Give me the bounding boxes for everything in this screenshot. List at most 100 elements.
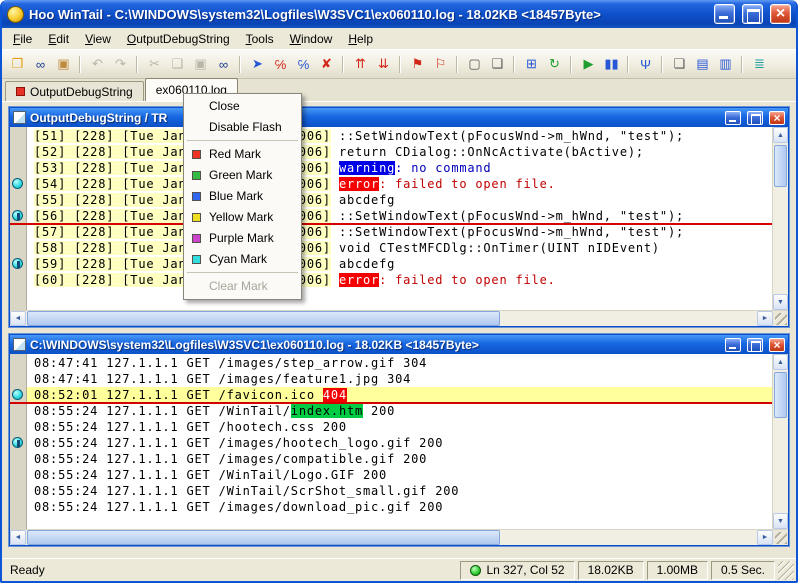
window-resize-grip[interactable] [778, 561, 794, 580]
redo-button[interactable]: ↷ [109, 53, 132, 76]
find-button[interactable]: ∞ [29, 53, 52, 76]
menu-file[interactable]: File [5, 28, 40, 50]
paste-button[interactable]: ▣ [189, 53, 212, 76]
tile-horizontal-button[interactable]: ▤ [691, 53, 714, 76]
open-file-button[interactable]: ❐ [6, 53, 29, 76]
menu-tools[interactable]: Tools [238, 28, 282, 50]
bookmark-icon[interactable] [12, 210, 23, 221]
log-line[interactable]: [53] [228] [Tue Jan 10 08:52:06 2006] wa… [10, 160, 772, 176]
scroll-thumb[interactable] [27, 530, 500, 545]
menu-item-close[interactable]: Close [184, 96, 301, 117]
minimize-button[interactable] [714, 4, 735, 24]
menu-item-green-mark[interactable]: Green Mark [184, 165, 301, 186]
filter-button[interactable]: Ψ [634, 53, 657, 76]
clear-flag-button[interactable]: ⚐ [429, 53, 452, 76]
scroll-up-button[interactable] [773, 127, 788, 143]
scroll-thumb[interactable] [27, 311, 500, 326]
log-line[interactable]: 08:55:24 127.1.1.1 GET /hootech.css 200 [10, 419, 772, 435]
log-line[interactable]: 08:55:24 127.1.1.1 GET /WinTail/index.ht… [10, 403, 772, 419]
log-line[interactable]: [55] [228] [Tue Jan 10 08:52:06 2006] ab… [10, 192, 772, 208]
menu-item-purple-mark[interactable]: Purple Mark [184, 228, 301, 249]
log-line[interactable]: [60] [228] [Tue Jan 10 08:52:06 2006] er… [10, 272, 772, 288]
child-maximize-button[interactable] [747, 111, 763, 125]
log-line[interactable]: [54] [228] [Tue Jan 10 08:52:06 2006] er… [10, 176, 772, 192]
new-view-button[interactable]: ▢ [463, 53, 486, 76]
log-line[interactable]: 08:55:24 127.1.1.1 GET /images/hootech_l… [10, 435, 772, 451]
add-flag-button[interactable]: ⚑ [406, 53, 429, 76]
scroll-right-button[interactable] [757, 530, 773, 545]
debug-window-titlebar[interactable]: OutputDebugString / TR [10, 108, 788, 127]
menu-item-cyan-mark[interactable]: Cyan Mark [184, 249, 301, 270]
log-line[interactable]: [59] [228] [Tue Jan 10 08:52:06 2006] ab… [10, 256, 772, 272]
bookmark-icon[interactable] [12, 258, 23, 269]
close-button[interactable] [770, 4, 791, 24]
horizontal-scrollbar[interactable] [10, 311, 773, 326]
child-maximize-button[interactable] [747, 338, 763, 352]
scroll-left-button[interactable] [10, 530, 26, 545]
cascade-windows-button[interactable]: ❏ [668, 53, 691, 76]
child-close-button[interactable] [769, 111, 785, 125]
vertical-scrollbar[interactable] [772, 354, 788, 529]
view-options-button[interactable]: ≣ [748, 53, 771, 76]
scroll-thumb[interactable] [774, 372, 787, 418]
log-line[interactable]: [58] [228] [Tue Jan 10 08:52:06 2006] vo… [10, 240, 772, 256]
child-minimize-button[interactable] [725, 111, 741, 125]
app-icon[interactable] [7, 6, 24, 23]
menu-window[interactable]: Window [282, 28, 341, 50]
horizontal-scrollbar[interactable] [10, 530, 773, 545]
log-line[interactable]: 08:47:41 127.1.1.1 GET /images/step_arro… [10, 355, 772, 371]
menu-edit[interactable]: Edit [40, 28, 77, 50]
bookmark-icon[interactable] [12, 389, 23, 400]
log-line[interactable]: [57] [228] [Tue Jan 10 08:52:06 2006] ::… [10, 224, 772, 240]
highlight-blue-button[interactable]: ℅ [292, 53, 315, 76]
refresh-button[interactable]: ↻ [543, 53, 566, 76]
resize-grip[interactable] [773, 530, 788, 545]
find-next-button[interactable]: ∞ [212, 53, 235, 76]
menu-view[interactable]: View [77, 28, 119, 50]
scroll-down-button[interactable] [773, 294, 788, 310]
bookmark-icon[interactable] [12, 437, 23, 448]
prev-mark-button[interactable]: ⇈ [349, 53, 372, 76]
log-line[interactable]: 08:55:24 127.1.1.1 GET /WinTail/ScrShot_… [10, 483, 772, 499]
log-line[interactable]: 08:47:41 127.1.1.1 GET /images/feature1.… [10, 371, 772, 387]
undo-button[interactable]: ↶ [86, 53, 109, 76]
menu-help[interactable]: Help [340, 28, 381, 50]
resize-grip[interactable] [773, 311, 788, 326]
maximize-button[interactable] [742, 4, 763, 24]
menu-outputdebugstring[interactable]: OutputDebugString [119, 28, 238, 50]
copy-button[interactable]: ❑ [166, 53, 189, 76]
highlight-red-button[interactable]: ℅ [269, 53, 292, 76]
pause-tail-button[interactable]: ▮▮ [600, 53, 623, 76]
log-line[interactable]: [52] [228] [Tue Jan 10 08:52:06 2006] re… [10, 144, 772, 160]
scroll-up-button[interactable] [773, 354, 788, 370]
log-line[interactable]: [51] [228] [Tue Jan 10 08:52:06 2006] ::… [10, 128, 772, 144]
menu-item-disable-flash[interactable]: Disable Flash [184, 117, 301, 138]
include-filter-button[interactable]: ➤ [246, 53, 269, 76]
menu-item-yellow-mark[interactable]: Yellow Mark [184, 207, 301, 228]
child-minimize-button[interactable] [725, 338, 741, 352]
clipboard-button[interactable]: ▣ [52, 53, 75, 76]
log-line[interactable]: [56] [228] [Tue Jan 10 08:52:06 2006] ::… [10, 208, 772, 224]
log-window-titlebar[interactable]: C:\WINDOWS\system32\Logfiles\W3SVC1\ex06… [10, 335, 788, 354]
next-mark-button[interactable]: ⇊ [372, 53, 395, 76]
log-line[interactable]: 08:55:24 127.1.1.1 GET /images/download_… [10, 499, 772, 515]
scroll-down-button[interactable] [773, 513, 788, 529]
log-line[interactable]: 08:55:24 127.1.1.1 GET /WinTail/Logo.GIF… [10, 467, 772, 483]
vertical-scrollbar[interactable] [772, 127, 788, 310]
tile-vertical-button[interactable]: ▥ [714, 53, 737, 76]
exclude-filter-button[interactable]: ✘ [315, 53, 338, 76]
menu-item-blue-mark[interactable]: Blue Mark [184, 186, 301, 207]
log-line[interactable]: 08:52:01 127.1.1.1 GET /favicon.ico 404 [10, 387, 772, 403]
log-line[interactable]: 08:55:24 127.1.1.1 GET /images/compatibl… [10, 451, 772, 467]
menu-item-red-mark[interactable]: Red Mark [184, 144, 301, 165]
scroll-right-button[interactable] [757, 311, 773, 326]
start-tail-button[interactable]: ▶ [577, 53, 600, 76]
child-close-button[interactable] [769, 338, 785, 352]
split-window-button[interactable]: ⊞ [520, 53, 543, 76]
scroll-thumb[interactable] [774, 145, 787, 187]
cut-button[interactable]: ✂ [143, 53, 166, 76]
scroll-left-button[interactable] [10, 311, 26, 326]
tab-outputdebugstring[interactable]: OutputDebugString [5, 81, 144, 101]
bookmark-icon[interactable] [12, 178, 23, 189]
clone-view-button[interactable]: ❑ [486, 53, 509, 76]
